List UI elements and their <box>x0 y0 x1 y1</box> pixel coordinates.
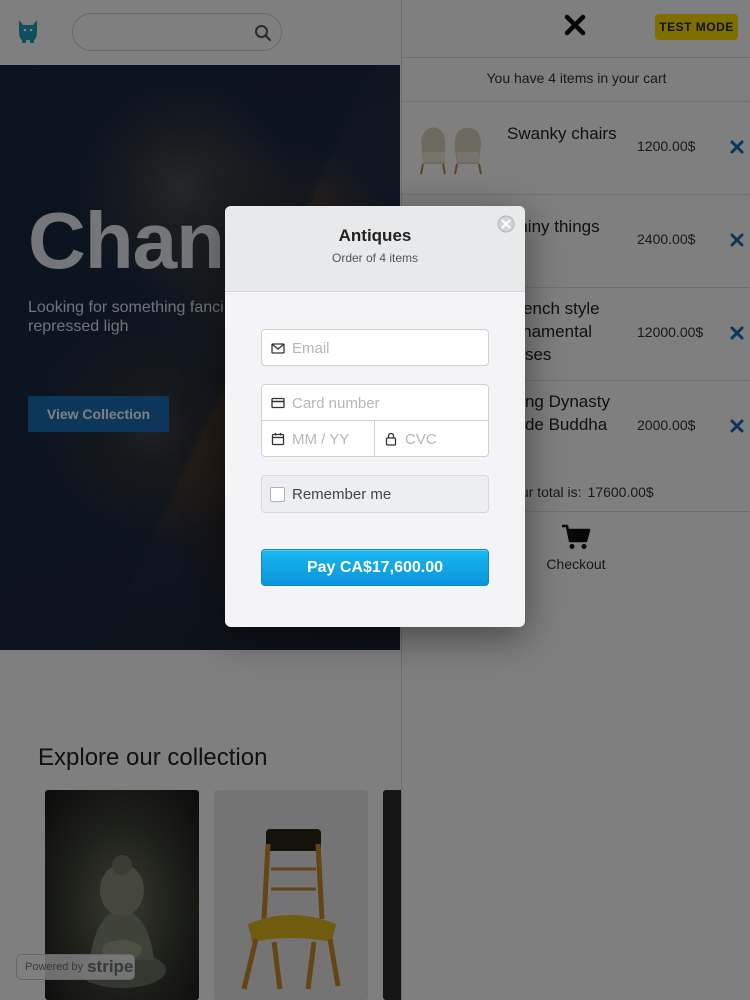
cvc-placeholder: CVC <box>405 431 437 448</box>
lock-icon <box>385 432 397 446</box>
credit-card-icon <box>271 397 285 409</box>
close-modal-icon[interactable] <box>497 215 515 233</box>
card-number-placeholder: Card number <box>292 395 380 412</box>
modal-header: Antiques Order of 4 items <box>225 206 525 292</box>
pay-button[interactable]: Pay CA$17,600.00 <box>261 549 489 586</box>
remember-me-label: Remember me <box>292 486 392 503</box>
stripe-checkout-modal: Antiques Order of 4 items Email Card num… <box>225 206 525 627</box>
modal-title: Antiques <box>338 226 412 245</box>
expiry-field[interactable]: MM / YY <box>262 421 375 456</box>
modal-subtitle: Order of 4 items <box>331 251 419 265</box>
card-details-group: Card number MM / YY CVC <box>261 384 489 457</box>
calendar-icon <box>271 433 285 446</box>
email-field[interactable]: Email <box>261 329 489 366</box>
envelope-icon <box>271 343 285 354</box>
remember-me-checkbox[interactable] <box>270 487 285 502</box>
expiry-placeholder: MM / YY <box>292 431 350 448</box>
email-placeholder: Email <box>292 340 330 357</box>
remember-me-toggle[interactable]: Remember me <box>261 475 489 513</box>
cvc-field[interactable]: CVC <box>375 421 488 456</box>
card-number-field[interactable]: Card number <box>262 385 488 421</box>
